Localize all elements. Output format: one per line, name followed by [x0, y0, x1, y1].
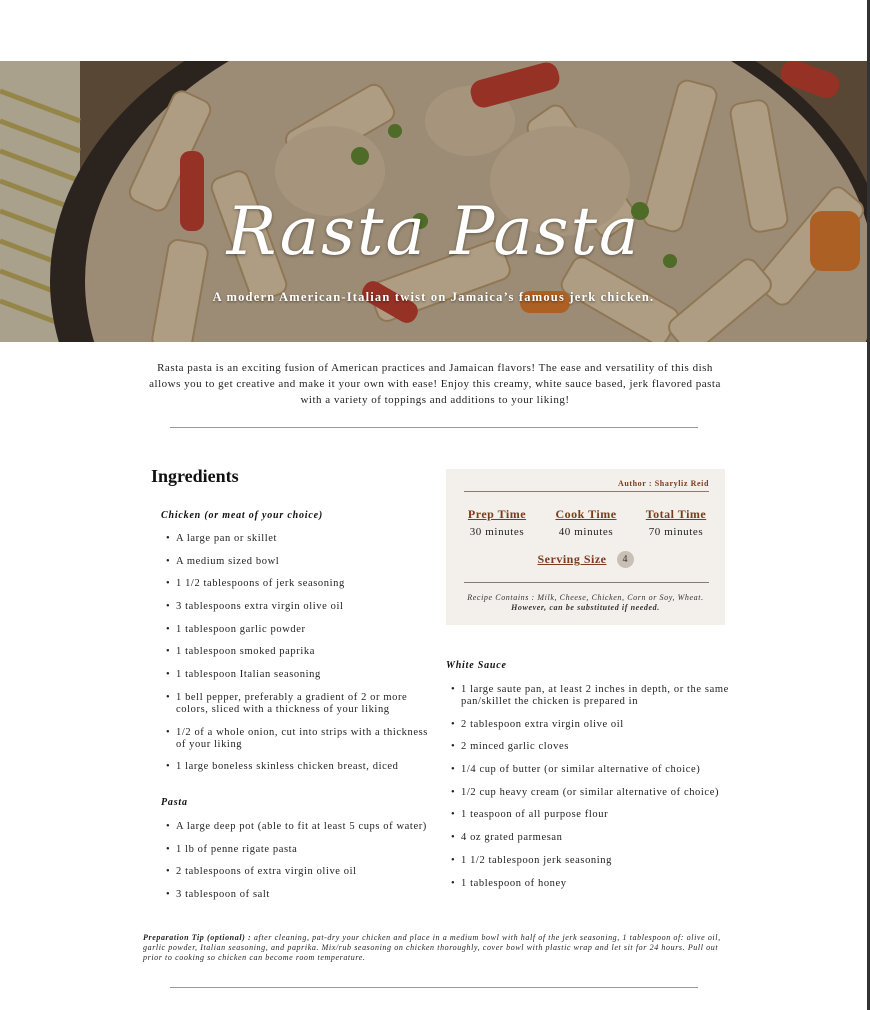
list-item: 4 oz grated parmesan [445, 832, 735, 844]
total-time: Total Time 70 minutes [640, 507, 712, 538]
recipe-title: Rasta Pasta [226, 193, 641, 270]
serving-size: Serving Size 4 [446, 550, 725, 568]
card-divider [464, 491, 709, 492]
cook-time: Cook Time 40 minutes [552, 507, 620, 538]
divider-top [170, 427, 698, 428]
list-item: 1 large saute pan, at least 2 inches in … [445, 684, 735, 708]
pasta-section-title: Pasta [161, 797, 188, 808]
prep-time-label: Prep Time [467, 507, 527, 521]
allergen-substitute-note: However, can be substituted if needed. [511, 603, 660, 612]
cook-time-value: 40 minutes [558, 526, 614, 538]
cook-time-label: Cook Time [555, 507, 617, 521]
pasta-ingredient-list: A large deep pot (able to fit at least 5… [160, 821, 430, 912]
sauce-ingredient-list: 1 large saute pan, at least 2 inches in … [445, 684, 735, 900]
chicken-section-title: Chicken (or meat of your choice) [161, 510, 323, 521]
list-item: 1 1/2 tablespoons of jerk seasoning [160, 578, 430, 590]
list-item: 2 minced garlic cloves [445, 741, 735, 753]
recipe-subtitle: A modern American-Italian twist on Jamai… [212, 290, 655, 304]
list-item: 1 large boneless skinless chicken breast… [160, 761, 430, 773]
tip-label: Preparation Tip (optional) : [143, 933, 252, 942]
ingredients-heading: Ingredients [151, 466, 239, 486]
list-item: 1 teaspoon of all purpose flour [445, 809, 735, 821]
list-item: 1 tablespoon of honey [445, 878, 735, 890]
author-label: Author : Sharyliz Reid [617, 479, 709, 488]
list-item: 3 tablespoons extra virgin olive oil [160, 601, 430, 613]
list-item: A large pan or skillet [160, 533, 430, 545]
total-time-value: 70 minutes [648, 526, 704, 538]
serving-size-label: Serving Size [537, 551, 607, 566]
sauce-section-title: White Sauce [446, 660, 507, 671]
hero-banner: Rasta Pasta A modern American-Italian tw… [0, 61, 867, 342]
chicken-ingredient-list: A large pan or skillet A medium sized bo… [160, 533, 430, 784]
serving-size-badge: 4 [616, 550, 634, 568]
total-time-label: Total Time [645, 507, 707, 521]
card-divider [464, 582, 709, 583]
list-item: 1/4 cup of butter (or similar alternativ… [445, 764, 735, 776]
list-item: 1 tablespoon Italian seasoning [160, 669, 430, 681]
list-item: 2 tablespoons of extra virgin olive oil [160, 866, 430, 878]
list-item: A large deep pot (able to fit at least 5… [160, 821, 430, 833]
allergen-note: Recipe Contains : Milk, Cheese, Chicken,… [460, 593, 711, 613]
list-item: 2 tablespoon extra virgin olive oil [445, 719, 735, 731]
list-item: 1 lb of penne rigate pasta [160, 844, 430, 856]
list-item: 1 tablespoon smoked paprika [160, 646, 430, 658]
intro-paragraph: Rasta pasta is an exciting fusion of Ame… [149, 362, 721, 406]
allergen-text: Recipe Contains : Milk, Cheese, Chicken,… [467, 593, 704, 602]
list-item: 1 tablespoon garlic powder [160, 624, 430, 636]
list-item: A medium sized bowl [160, 556, 430, 568]
recipe-info-card: Author : Sharyliz Reid Prep Time 30 minu… [446, 469, 725, 625]
list-item: 1/2 cup heavy cream (or similar alternat… [445, 787, 735, 799]
preparation-tip: Preparation Tip (optional) : after clean… [143, 933, 733, 963]
list-item: 1 1/2 tablespoon jerk seasoning [445, 855, 735, 867]
list-item: 1 bell pepper, preferably a gradient of … [160, 692, 430, 716]
list-item: 1/2 of a whole onion, cut into strips wi… [160, 727, 430, 751]
prep-time: Prep Time 30 minutes [466, 507, 528, 538]
prep-time-value: 30 minutes [469, 526, 525, 538]
list-item: 3 tablespoon of salt [160, 889, 430, 901]
divider-bottom [170, 987, 698, 988]
